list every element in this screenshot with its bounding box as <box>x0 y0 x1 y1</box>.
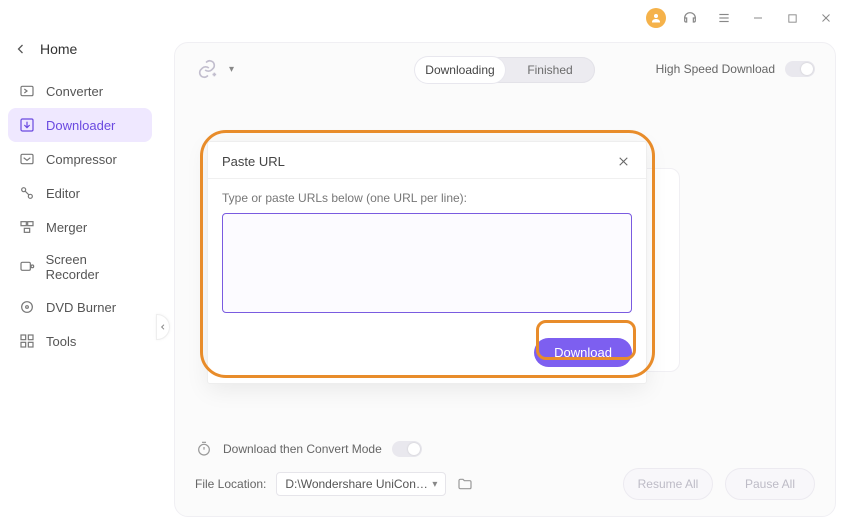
sidebar-item-label: DVD Burner <box>46 300 116 315</box>
file-location-label: File Location: <box>195 477 266 491</box>
high-speed-download-toggle[interactable] <box>785 61 815 77</box>
titlebar <box>0 0 850 36</box>
screen-recorder-icon <box>18 258 36 276</box>
tab-downloading[interactable]: Downloading <box>415 57 505 83</box>
paste-url-modal: Paste URL Type or paste URLs below (one … <box>208 142 646 383</box>
sidebar-item-label: Editor <box>46 186 80 201</box>
sidebar-item-screen-recorder[interactable]: Screen Recorder <box>8 244 152 290</box>
sidebar-item-dvd-burner[interactable]: DVD Burner <box>8 290 152 324</box>
timer-icon <box>195 440 213 458</box>
download-then-convert-label: Download then Convert Mode <box>223 442 382 456</box>
file-location-select[interactable]: D:\Wondershare UniConverter 1 ▾ <box>276 472 446 496</box>
pause-all-button[interactable]: Pause All <box>725 468 815 500</box>
sidebar-item-label: Merger <box>46 220 87 235</box>
sidebar-item-label: Tools <box>46 334 76 349</box>
resume-all-button[interactable]: Resume All <box>623 468 713 500</box>
high-speed-download-label: High Speed Download <box>656 62 775 76</box>
sidebar-item-label: Converter <box>46 84 103 99</box>
compressor-icon <box>18 150 36 168</box>
maximize-icon[interactable] <box>782 8 802 28</box>
tab-finished[interactable]: Finished <box>505 57 595 83</box>
converter-icon <box>18 82 36 100</box>
download-then-convert-toggle[interactable] <box>392 441 422 457</box>
modal-hint-text: Type or paste URLs below (one URL per li… <box>222 191 632 205</box>
sidebar-title: Home <box>40 41 77 57</box>
editor-icon <box>18 184 36 202</box>
open-folder-icon[interactable] <box>456 475 474 493</box>
close-icon[interactable] <box>816 8 836 28</box>
sidebar-item-label: Downloader <box>46 118 115 133</box>
status-tabs: Downloading Finished <box>415 57 595 83</box>
support-icon[interactable] <box>680 8 700 28</box>
downloader-icon <box>18 116 36 134</box>
modal-title: Paste URL <box>222 154 285 169</box>
sidebar-item-compressor[interactable]: Compressor <box>8 142 152 176</box>
chevron-down-icon: ▾ <box>432 479 437 490</box>
url-input[interactable] <box>222 213 632 313</box>
dvd-burner-icon <box>18 298 36 316</box>
sidebar-item-label: Compressor <box>46 152 117 167</box>
paste-url-icon[interactable] <box>195 57 219 81</box>
tools-icon <box>18 332 36 350</box>
sidebar: Home Converter Downloader Compressor Edi… <box>0 36 160 527</box>
sidebar-item-tools[interactable]: Tools <box>8 324 152 358</box>
modal-close-icon[interactable] <box>614 152 632 170</box>
sidebar-item-label: Screen Recorder <box>46 252 142 282</box>
download-button[interactable]: Download <box>534 338 632 367</box>
merger-icon <box>18 218 36 236</box>
sidebar-item-merger[interactable]: Merger <box>8 210 152 244</box>
back-icon[interactable] <box>12 40 30 58</box>
menu-icon[interactable] <box>714 8 734 28</box>
file-location-value: D:\Wondershare UniConverter 1 <box>285 477 432 491</box>
avatar[interactable] <box>646 8 666 28</box>
sidebar-item-editor[interactable]: Editor <box>8 176 152 210</box>
sidebar-item-converter[interactable]: Converter <box>8 74 152 108</box>
paste-url-dropdown-icon[interactable]: ▾ <box>229 64 234 75</box>
sidebar-item-downloader[interactable]: Downloader <box>8 108 152 142</box>
minimize-icon[interactable] <box>748 8 768 28</box>
